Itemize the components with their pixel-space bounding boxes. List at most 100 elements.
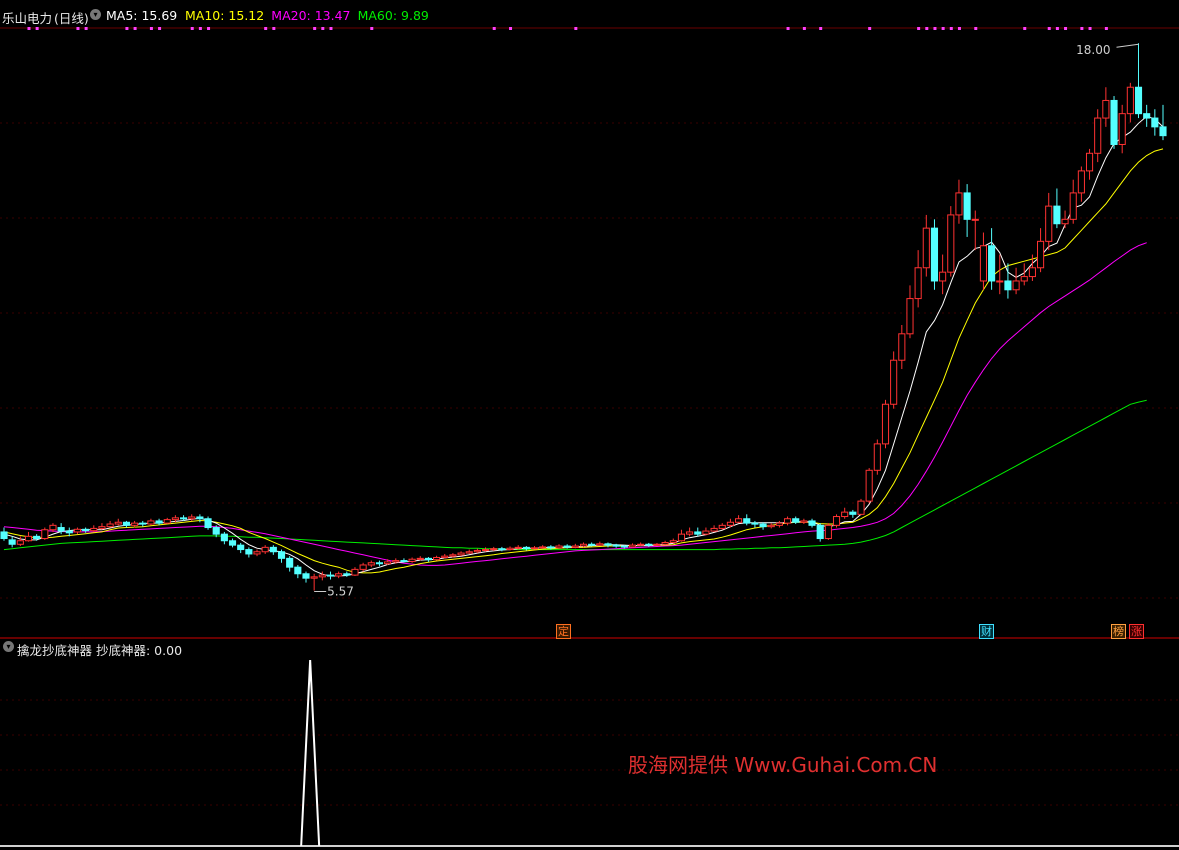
candle-body: [1118, 113, 1126, 145]
indicator-name: 擒龙抄底神器: [17, 643, 93, 658]
candle-body: [114, 521, 122, 525]
candle-body: [408, 558, 416, 562]
chevron-down-icon[interactable]: ▾: [3, 641, 14, 652]
candle-body: [979, 245, 987, 282]
high-price-label: 18.00: [1076, 43, 1110, 57]
candle-body: [1069, 192, 1077, 220]
event-dot: [941, 27, 945, 30]
candle-body: [1102, 99, 1110, 119]
candle-body: [122, 521, 130, 526]
candle-body: [612, 544, 620, 547]
candle-body: [416, 557, 424, 560]
candle-body: [343, 573, 351, 576]
watermark: 股海网提供 Www.Guhai.Com.CN: [628, 753, 938, 777]
event-dot: [574, 27, 578, 30]
candle-body: [457, 552, 465, 556]
candle-body: [522, 546, 530, 550]
candle-body: [245, 549, 253, 555]
candle-body: [188, 516, 196, 520]
candle-body: [669, 540, 677, 544]
candle-body: [898, 333, 906, 361]
candle-body: [775, 522, 783, 526]
candle-body: [1143, 113, 1151, 119]
candle-body: [180, 517, 188, 520]
candle-body: [800, 520, 808, 523]
candle-body: [988, 245, 996, 282]
candle-body: [106, 523, 114, 528]
candle-body: [351, 568, 359, 576]
candle-body: [228, 540, 237, 546]
candle-body: [816, 524, 824, 540]
candle-body: [1134, 86, 1143, 115]
candle-body: [24, 535, 33, 542]
candle-body: [563, 545, 571, 548]
candle-body: [212, 527, 220, 535]
event-dot: [149, 27, 153, 30]
candle-body: [261, 546, 269, 553]
event-dot: [207, 27, 211, 30]
candle-body: [277, 551, 286, 559]
candle-body: [1085, 152, 1094, 172]
candle-body: [653, 543, 661, 546]
event-marker[interactable]: 榜: [1111, 624, 1126, 639]
event-marker[interactable]: 定: [556, 624, 571, 639]
candle-body: [98, 526, 106, 529]
candle-body: [147, 520, 155, 525]
candle-body: [424, 557, 432, 561]
candle-body: [596, 543, 604, 546]
event-dot: [1023, 27, 1027, 30]
candle-body: [930, 227, 939, 282]
candle-body: [318, 574, 326, 578]
candle-body: [808, 520, 816, 526]
candle-body: [1061, 218, 1069, 225]
candle-body: [530, 547, 539, 550]
candle-body: [743, 518, 751, 524]
candle-body: [65, 530, 73, 534]
candle-body: [286, 557, 294, 568]
candle-body: [971, 218, 979, 221]
event-dot: [264, 27, 268, 30]
event-dot: [974, 27, 978, 30]
main-chart-header: 乐山电力 (日线) ▾ MA5: 15.69 MA10: 15.12 MA20: 1…: [0, 8, 1179, 26]
event-dot: [1064, 27, 1068, 30]
event-marker[interactable]: 财: [979, 624, 994, 639]
candle-body: [824, 524, 832, 540]
candle-body: [1094, 117, 1102, 154]
candle-body: [686, 531, 694, 535]
candle-body: [441, 555, 449, 558]
candle-body: [865, 469, 873, 502]
candle-body: [1020, 276, 1028, 282]
candle-body: [326, 574, 335, 577]
event-dot: [133, 27, 137, 30]
event-dot: [492, 27, 496, 30]
candle-body: [33, 535, 41, 540]
candle-body: [1077, 170, 1085, 194]
event-dot: [27, 27, 31, 30]
event-dot: [786, 27, 790, 30]
event-dot: [819, 27, 823, 30]
event-marker[interactable]: 涨: [1129, 624, 1144, 639]
event-dot: [925, 27, 929, 30]
candle-body: [506, 547, 514, 551]
event-dot: [272, 27, 276, 30]
candle-body: [922, 227, 930, 269]
candle-body: [947, 214, 955, 273]
chevron-down-icon[interactable]: ▾: [90, 9, 101, 20]
event-dot: [957, 27, 961, 30]
ma-label: MA5: 15.69: [106, 8, 178, 23]
candle-body: [90, 527, 98, 532]
ma-label: MA20: 13.47: [271, 8, 351, 23]
candle-body: [783, 518, 792, 524]
candle-body: [571, 545, 579, 548]
candle-body: [0, 531, 8, 540]
candle-body: [661, 542, 669, 545]
event-dot: [198, 27, 202, 30]
candle-body: [751, 522, 759, 525]
candle-body: [392, 560, 400, 563]
candle-body: [637, 543, 645, 546]
candle-body: [555, 545, 563, 549]
event-dot: [1088, 27, 1092, 30]
candle-body: [220, 533, 228, 542]
candle-body: [849, 511, 857, 515]
event-dot: [868, 27, 872, 30]
